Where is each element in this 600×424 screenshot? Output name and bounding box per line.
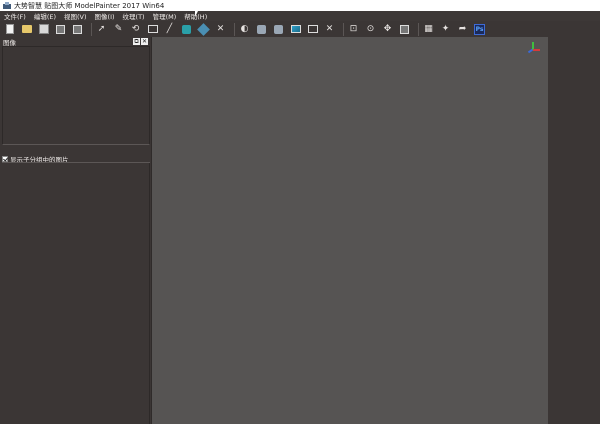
image-group-list[interactable] [2, 46, 150, 145]
new-file-icon[interactable] [3, 23, 16, 36]
menu-view[interactable]: 视图(V) [64, 11, 87, 21]
save-icon[interactable] [37, 23, 50, 36]
auto-map-icon[interactable]: ✦ [439, 23, 452, 36]
menu-image[interactable]: 图像(I) [95, 11, 115, 21]
title-bar: 大势智慧 贴图大师 ModelPainter 2017 Win64 [0, 0, 600, 11]
menu-bar: 文件(F) 编辑(E) 视图(V) 图像(I) 纹理(T) 管理(M) 帮助(H… [0, 11, 600, 21]
toolbar-separator [418, 22, 419, 36]
cross-icon[interactable]: ✕ [214, 23, 227, 36]
move-icon[interactable]: ✥ [381, 23, 394, 36]
rect-select-icon[interactable] [146, 23, 159, 36]
camera-front-icon[interactable]: ⊡ [347, 23, 360, 36]
export-icon[interactable]: ➦ [456, 23, 469, 36]
image-icon[interactable] [289, 23, 302, 36]
panel-icon[interactable] [398, 23, 411, 36]
right-dock-area [548, 37, 600, 424]
menu-texture[interactable]: 纹理(T) [123, 11, 145, 21]
shade-icon[interactable] [272, 23, 285, 36]
app-icon [3, 2, 11, 9]
image-panel-title: 图像 [3, 38, 16, 47]
menu-file[interactable]: 文件(F) [4, 11, 26, 21]
3d-viewport[interactable] [151, 37, 548, 424]
lasso-icon[interactable]: ✎ [112, 23, 125, 36]
image-thumbnail-area[interactable] [2, 163, 150, 424]
toolbar-separator [91, 22, 92, 36]
import-image-icon[interactable] [71, 23, 84, 36]
image-panel-header: 图像 ⧉ ✕ [0, 37, 151, 47]
photoshop-label: Ps [474, 23, 485, 35]
axis-z [527, 48, 534, 54]
toolbar-separator [343, 22, 344, 36]
close-panel-icon[interactable]: ✕ [141, 38, 148, 45]
mouse-cursor-icon [195, 11, 201, 20]
float-panel-icon[interactable]: ⧉ [133, 38, 140, 45]
import-model-icon[interactable] [54, 23, 67, 36]
menu-edit[interactable]: 编辑(E) [34, 11, 56, 21]
axis-x [533, 49, 540, 51]
axis-gizmo-icon [526, 42, 540, 56]
window-title: 大势智慧 贴图大师 ModelPainter 2017 Win64 [14, 1, 165, 10]
line-icon[interactable]: ╱ [163, 23, 176, 36]
menu-manage[interactable]: 管理(M) [153, 11, 177, 21]
frame-icon[interactable] [306, 23, 319, 36]
photoshop-icon[interactable]: Ps [473, 23, 486, 36]
texture-icon[interactable] [180, 23, 193, 36]
mirror-icon[interactable]: ◐ [238, 23, 251, 36]
cube-icon[interactable] [197, 22, 210, 36]
sphere-icon[interactable] [255, 23, 268, 36]
rotate-select-icon[interactable]: ⟲ [129, 23, 142, 36]
toolbar-separator [234, 22, 235, 36]
toolbar: ➚ ✎ ⟲ ╱ ✕ ◐ ✕ ⊡ ⊙ ✥ ▦ ✦ ➦ Ps [0, 21, 600, 37]
close-x-icon[interactable]: ✕ [323, 23, 336, 36]
map-model-icon[interactable]: ▦ [422, 23, 435, 36]
image-panel: 图像 ⧉ ✕ 显示子分组中的图片 [0, 37, 151, 424]
camera-fit-icon[interactable]: ⊙ [364, 23, 377, 36]
open-folder-icon[interactable] [20, 23, 33, 36]
select-arrow-icon[interactable]: ➚ [95, 23, 108, 36]
